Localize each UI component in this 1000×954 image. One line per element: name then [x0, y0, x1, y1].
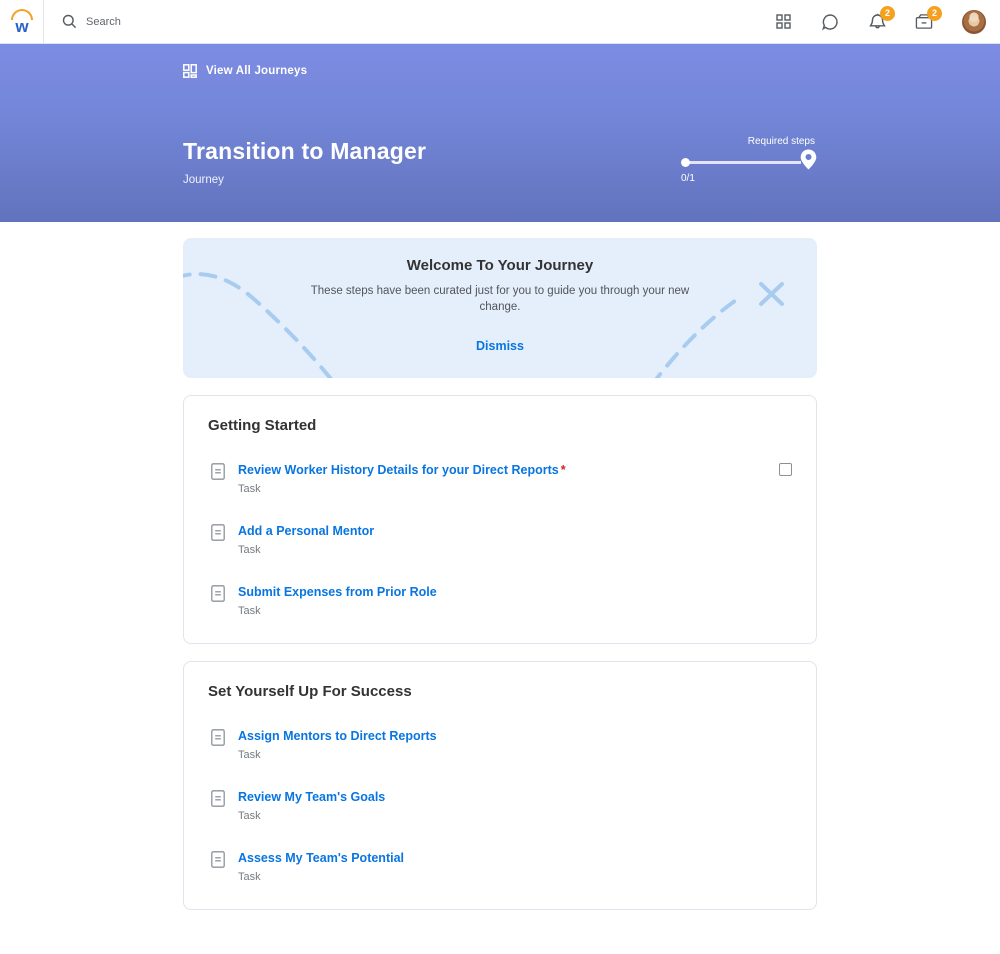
task-row: Add a Personal Mentor Task — [208, 522, 792, 556]
apps-grid-icon[interactable] — [774, 13, 792, 31]
task-type-label: Task — [238, 810, 792, 822]
task-row: Review Worker History Details for your D… — [208, 461, 792, 495]
progress-count: 0/1 — [681, 173, 817, 184]
view-all-journeys-label: View All Journeys — [206, 65, 307, 77]
notifications-bell-icon[interactable]: 2 — [868, 13, 886, 31]
task-document-icon — [211, 585, 225, 602]
task-document-icon — [211, 729, 225, 746]
journey-header: View All Journeys Transition to Manager … — [0, 44, 1000, 222]
journey-section-card: Set Yourself Up For Success Assign Mento… — [183, 661, 817, 910]
journey-sections: Getting Started Review Worker History De… — [183, 395, 817, 910]
task-list: Review Worker History Details for your D… — [208, 461, 792, 617]
search-icon — [62, 14, 77, 29]
workday-logo[interactable]: w — [0, 0, 44, 43]
progress-track — [689, 161, 801, 164]
task-document-icon — [211, 524, 225, 541]
page-subtitle: Journey — [183, 174, 426, 186]
task-row: Assign Mentors to Direct Reports Task — [208, 727, 792, 761]
task-checkbox[interactable] — [779, 463, 792, 476]
view-all-journeys-link[interactable]: View All Journeys — [183, 64, 307, 78]
task-link[interactable]: Review My Team's Goals — [238, 790, 385, 804]
task-row: Submit Expenses from Prior Role Task — [208, 583, 792, 617]
section-title: Getting Started — [208, 417, 792, 434]
chat-icon[interactable] — [821, 13, 839, 31]
task-row: Assess My Team's Potential Task — [208, 849, 792, 883]
required-asterisk: * — [561, 463, 566, 477]
dismiss-button[interactable]: Dismiss — [476, 339, 524, 353]
task-link[interactable]: Assess My Team's Potential — [238, 851, 404, 865]
task-type-label: Task — [238, 749, 792, 761]
inbox-badge: 2 — [927, 6, 942, 21]
task-document-icon — [211, 851, 225, 868]
journey-section-card: Getting Started Review Worker History De… — [183, 395, 817, 644]
task-type-label: Task — [238, 483, 779, 495]
notifications-badge: 2 — [880, 6, 895, 21]
profile-avatar[interactable] — [962, 10, 986, 34]
x-marks-the-spot-icon — [761, 284, 782, 304]
task-document-icon — [211, 463, 225, 480]
task-type-label: Task — [238, 871, 792, 883]
welcome-body: These steps have been curated just for y… — [310, 283, 690, 315]
section-title: Set Yourself Up For Success — [208, 683, 792, 700]
task-link[interactable]: Add a Personal Mentor — [238, 524, 374, 538]
welcome-banner: Welcome To Your Journey These steps have… — [183, 238, 817, 378]
welcome-title: Welcome To Your Journey — [183, 257, 817, 274]
task-type-label: Task — [238, 544, 792, 556]
progress-label: Required steps — [681, 136, 817, 147]
task-link[interactable]: Submit Expenses from Prior Role — [238, 585, 437, 599]
task-link[interactable]: Assign Mentors to Direct Reports — [238, 729, 437, 743]
top-bar: w Search 2 — [0, 0, 1000, 44]
workday-logo-w-icon: w — [10, 17, 34, 37]
task-list: Assign Mentors to Direct Reports Task Re… — [208, 727, 792, 883]
journeys-grid-icon — [183, 64, 197, 78]
search-bar[interactable]: Search — [44, 14, 774, 29]
page-title: Transition to Manager — [183, 138, 426, 165]
task-link[interactable]: Review Worker History Details for your D… — [238, 463, 559, 477]
search-input[interactable]: Search — [86, 16, 121, 28]
task-document-icon — [211, 790, 225, 807]
progress-pin-icon — [800, 149, 817, 170]
task-type-label: Task — [238, 605, 792, 617]
required-steps-progress: Required steps 0/1 — [681, 136, 817, 184]
inbox-icon[interactable]: 2 — [915, 13, 933, 31]
task-row: Review My Team's Goals Task — [208, 788, 792, 822]
